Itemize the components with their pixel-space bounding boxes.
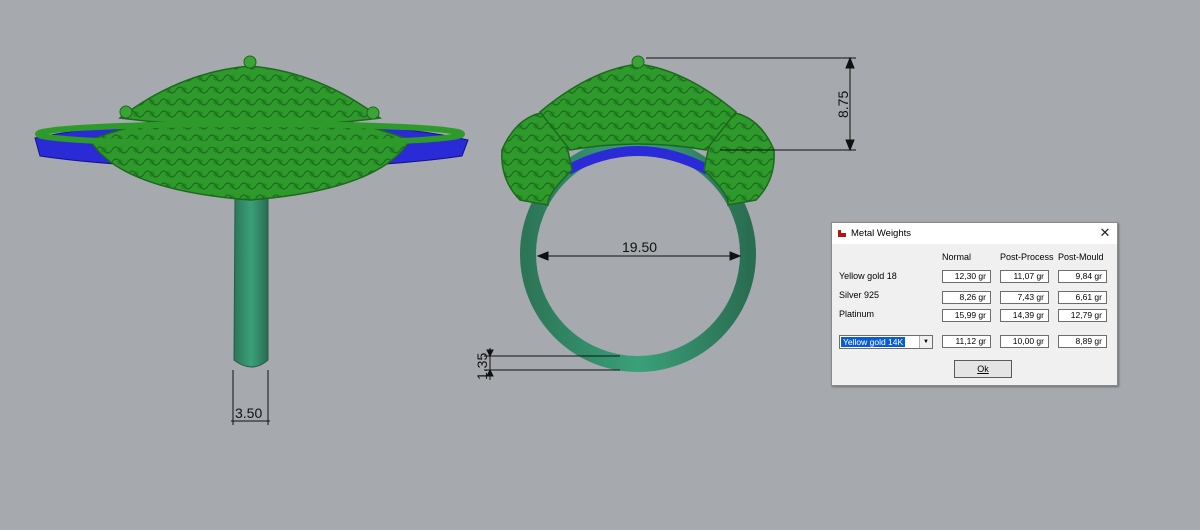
- value-yellow-gold-18-post-process: 11,07 gr: [1000, 270, 1049, 283]
- value-silver-925-normal: 8,26 gr: [942, 291, 991, 304]
- metal-select-value: Yellow gold 14K: [841, 337, 906, 347]
- value-silver-925-post-mould: 6,61 gr: [1058, 291, 1107, 304]
- chevron-down-icon[interactable]: ▼: [919, 336, 932, 348]
- dimension-label-head-height: 8.75: [835, 91, 851, 118]
- side-view-shank: [233, 177, 269, 368]
- front-view-head: [538, 63, 738, 151]
- dimension-label-inner-diameter: 19.50: [622, 239, 657, 255]
- value-selected-post-mould: 8,89 gr: [1058, 335, 1107, 348]
- metal-weights-dialog: Metal Weights ✕ Normal Post-Process Post…: [831, 222, 1118, 386]
- column-header-post-mould: Post-Mould: [1058, 252, 1104, 262]
- value-yellow-gold-18-normal: 12,30 gr: [942, 270, 991, 283]
- front-view-bead-top: [631, 55, 645, 69]
- value-platinum-post-process: 14,39 gr: [1000, 309, 1049, 322]
- value-selected-normal: 11,12 gr: [942, 335, 991, 348]
- column-header-post-process: Post-Process: [1000, 252, 1054, 262]
- ring-front-view: 19.50 8.75 1.35: [474, 55, 856, 380]
- side-view-bead-top: [243, 55, 257, 69]
- ring-side-view: 3.50: [34, 55, 469, 425]
- side-view-bead-left: [119, 105, 133, 119]
- value-platinum-normal: 15,99 gr: [942, 309, 991, 322]
- ok-button[interactable]: Ok: [954, 360, 1012, 378]
- value-selected-post-process: 10,00 gr: [1000, 335, 1049, 348]
- row-label-silver-925: Silver 925: [839, 290, 880, 300]
- value-platinum-post-mould: 12,79 gr: [1058, 309, 1107, 322]
- column-header-normal: Normal: [942, 252, 972, 262]
- value-yellow-gold-18-post-mould: 9,84 gr: [1058, 270, 1107, 283]
- metal-select[interactable]: Yellow gold 14K ▼: [839, 335, 933, 349]
- row-label-platinum: Platinum: [839, 309, 875, 319]
- dialog-title: Metal Weights: [851, 228, 912, 239]
- dimension-label-shank-thickness: 1.35: [474, 353, 490, 380]
- value-silver-925-post-process: 7,43 gr: [1000, 291, 1049, 304]
- side-view-dome: [118, 65, 382, 127]
- dimension-label-shank-width: 3.50: [235, 405, 262, 421]
- close-icon[interactable]: ✕: [1097, 225, 1113, 241]
- dialog-titlebar[interactable]: Metal Weights ✕: [832, 223, 1117, 244]
- metal-weights-icon: [838, 230, 846, 237]
- row-label-yellow-gold-18: Yellow gold 18: [839, 271, 897, 281]
- side-view-bead-right: [366, 106, 380, 120]
